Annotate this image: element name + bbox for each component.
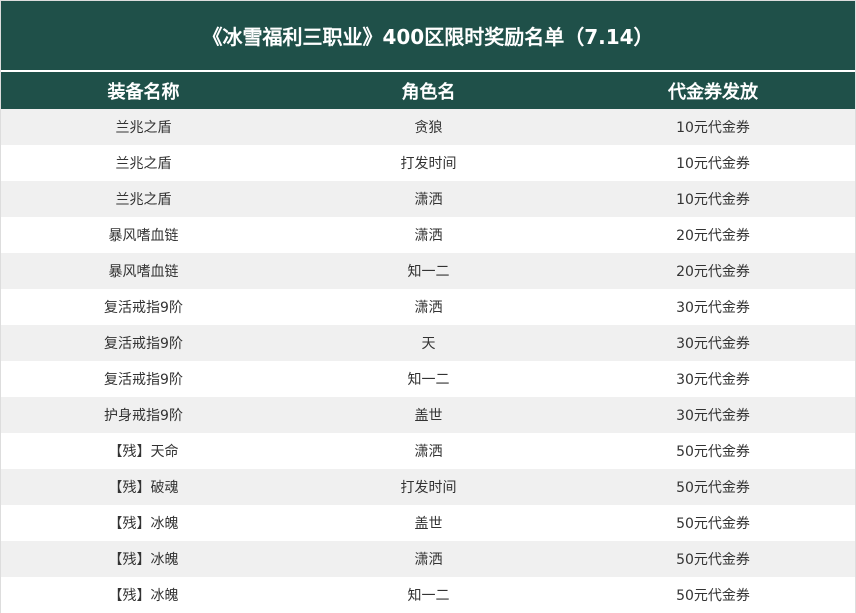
cell-equipment: 兰兆之盾 xyxy=(115,120,172,136)
table-row: 复活戒指9阶 知一二 30元代金券 xyxy=(1,361,855,397)
cell-equipment: 暴风嗜血链 xyxy=(108,264,179,280)
cell-character: 知一二 xyxy=(407,264,450,280)
cell-voucher: 20元代金券 xyxy=(676,228,750,244)
cell-equipment: 兰兆之盾 xyxy=(115,156,172,172)
cell-character: 天 xyxy=(421,336,436,352)
cell-voucher: 50元代金券 xyxy=(676,516,750,532)
table-title: 《冰雪福利三职业》400区限时奖励名单（7.14） xyxy=(1,1,855,72)
cell-character: 知一二 xyxy=(407,372,450,388)
cell-equipment: 复活戒指9阶 xyxy=(104,372,183,388)
cell-voucher: 50元代金券 xyxy=(676,588,750,604)
cell-character: 潇洒 xyxy=(414,228,443,244)
cell-character: 知一二 xyxy=(407,588,450,604)
cell-voucher: 50元代金券 xyxy=(676,480,750,496)
cell-equipment: 复活戒指9阶 xyxy=(104,336,183,352)
table-row: 【残】天命 潇洒 50元代金券 xyxy=(1,433,855,469)
cell-voucher: 30元代金券 xyxy=(676,336,750,352)
cell-equipment: 【残】破魂 xyxy=(108,480,179,496)
cell-character: 潇洒 xyxy=(414,444,443,460)
cell-character: 盖世 xyxy=(414,408,443,424)
table-row: 【残】冰魄 盖世 50元代金券 xyxy=(1,505,855,541)
cell-equipment: 【残】冰魄 xyxy=(108,552,179,568)
table-row: 【残】冰魄 知一二 50元代金券 xyxy=(1,577,855,613)
cell-voucher: 20元代金券 xyxy=(676,264,750,280)
cell-character: 贪狼 xyxy=(414,120,443,136)
column-header-voucher: 代金券发放 xyxy=(668,81,758,103)
table-row: 兰兆之盾 贪狼 10元代金券 xyxy=(1,109,855,145)
cell-equipment: 【残】冰魄 xyxy=(108,516,179,532)
cell-character: 潇洒 xyxy=(414,192,443,208)
table-row: 暴风嗜血链 潇洒 20元代金券 xyxy=(1,217,855,253)
cell-equipment: 复活戒指9阶 xyxy=(104,300,183,316)
reward-table: 《冰雪福利三职业》400区限时奖励名单（7.14） 装备名称 角色名 代金券发放… xyxy=(0,0,856,613)
cell-equipment: 【残】天命 xyxy=(108,444,179,460)
cell-voucher: 10元代金券 xyxy=(676,192,750,208)
table-body: 兰兆之盾 贪狼 10元代金券 兰兆之盾 打发时间 10元代金券 兰兆之盾 潇洒 … xyxy=(1,109,855,613)
cell-character: 潇洒 xyxy=(414,300,443,316)
cell-equipment: 暴风嗜血链 xyxy=(108,228,179,244)
table-row: 复活戒指9阶 天 30元代金券 xyxy=(1,325,855,361)
table-header: 装备名称 角色名 代金券发放 xyxy=(1,72,855,109)
cell-voucher: 30元代金券 xyxy=(676,300,750,316)
table-row: 护身戒指9阶 盖世 30元代金券 xyxy=(1,397,855,433)
cell-equipment: 【残】冰魄 xyxy=(108,588,179,604)
table-row: 暴风嗜血链 知一二 20元代金券 xyxy=(1,253,855,289)
cell-voucher: 50元代金券 xyxy=(676,444,750,460)
table-row: 兰兆之盾 打发时间 10元代金券 xyxy=(1,145,855,181)
column-header-character: 角色名 xyxy=(401,81,456,103)
cell-character: 打发时间 xyxy=(400,156,457,172)
cell-character: 潇洒 xyxy=(414,552,443,568)
table-row: 【残】冰魄 潇洒 50元代金券 xyxy=(1,541,855,577)
cell-voucher: 50元代金券 xyxy=(676,552,750,568)
cell-voucher: 10元代金券 xyxy=(676,156,750,172)
cell-character: 盖世 xyxy=(414,516,443,532)
cell-equipment: 兰兆之盾 xyxy=(115,192,172,208)
cell-equipment: 护身戒指9阶 xyxy=(104,408,183,424)
table-row: 【残】破魂 打发时间 50元代金券 xyxy=(1,469,855,505)
table-row: 复活戒指9阶 潇洒 30元代金券 xyxy=(1,289,855,325)
table-row: 兰兆之盾 潇洒 10元代金券 xyxy=(1,181,855,217)
cell-character: 打发时间 xyxy=(400,480,457,496)
column-header-equipment: 装备名称 xyxy=(107,81,180,103)
cell-voucher: 30元代金券 xyxy=(676,408,750,424)
cell-voucher: 10元代金券 xyxy=(676,120,750,136)
cell-voucher: 30元代金券 xyxy=(676,372,750,388)
